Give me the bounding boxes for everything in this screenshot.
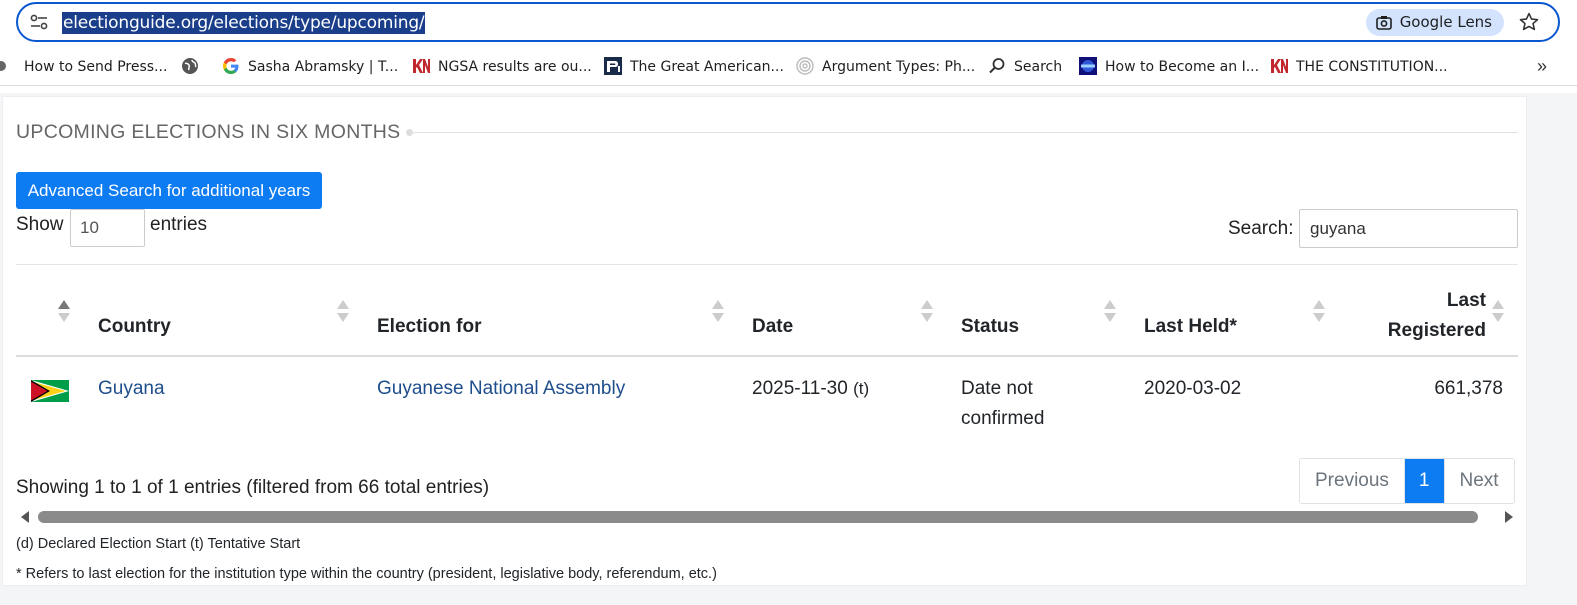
bookmark-item[interactable]: NGSA results are ou...: [412, 57, 592, 77]
sort-icon[interactable]: [712, 300, 724, 322]
footnote: * Refers to last election for the instit…: [16, 566, 717, 582]
bookmark-label: Sasha Abramsky | T...: [248, 59, 399, 75]
table-info: Showing 1 to 1 of 1 entries (filtered fr…: [16, 477, 490, 498]
column-header-status[interactable]: Status: [961, 316, 1019, 338]
sort-icon[interactable]: [1313, 300, 1325, 322]
bookmark-star-icon[interactable]: [1518, 11, 1540, 33]
column-header-label-line: Registered: [1387, 320, 1486, 341]
search-icon: [989, 58, 1005, 74]
status-line: Date not: [961, 378, 1033, 399]
pagination: Previous 1 Next: [1299, 458, 1515, 504]
address-bar-row: electionguide.org/elections/type/upcomin…: [0, 0, 1577, 44]
send-icon: [0, 61, 6, 71]
guyana-flag-icon: [31, 380, 69, 402]
sort-icon[interactable]: [921, 300, 933, 322]
bookmark-label: How to Send Press...: [24, 59, 168, 75]
country-link[interactable]: Guyana: [98, 374, 165, 404]
last-held-cell: 2020-03-02: [1144, 378, 1242, 399]
search-input[interactable]: [1299, 209, 1518, 248]
www-logo-icon: [1079, 57, 1097, 75]
status-line: confirmed: [961, 408, 1045, 429]
site-info-icon[interactable]: [30, 14, 48, 30]
last-registered-cell: 661,378: [1434, 378, 1503, 399]
bookmark-item[interactable]: How to Send Press...: [0, 57, 167, 77]
bookmark-item[interactable]: The Great American...: [604, 57, 784, 77]
sort-icon[interactable]: [337, 300, 349, 322]
google-icon: [223, 58, 239, 74]
entries-per-page-input[interactable]: [70, 209, 145, 247]
date-cell: 2025-11-30 (t): [752, 374, 869, 404]
sort-icon[interactable]: [58, 300, 70, 322]
search-label: Search:: [1228, 218, 1294, 239]
google-lens-label: Google Lens: [1399, 13, 1492, 31]
horizontal-scrollbar[interactable]: [16, 508, 1518, 526]
url-text[interactable]: electionguide.org/elections/type/upcomin…: [62, 12, 426, 34]
more-bookmarks-button[interactable]: »: [1537, 56, 1555, 76]
bookmark-label: THE CONSTITUTION...: [1296, 59, 1448, 75]
kn-logo-icon: [413, 59, 430, 73]
bookmark-item[interactable]: [181, 57, 207, 77]
title-rule: [410, 132, 1518, 133]
bookmark-item[interactable]: THE CONSTITUTION...: [1270, 57, 1448, 77]
bookmark-label: How to Become an I...: [1105, 59, 1260, 75]
pi-logo-icon: [604, 57, 622, 75]
bookmark-item[interactable]: Sasha Abramsky | T...: [222, 57, 398, 77]
scroll-left-arrow-icon[interactable]: [21, 511, 29, 523]
bookmark-label: Argument Types: Ph...: [822, 59, 976, 75]
bookmark-label: NGSA results are ou...: [438, 59, 592, 75]
column-header-election-for[interactable]: Election for: [377, 316, 482, 338]
google-lens-button[interactable]: Google Lens: [1365, 9, 1504, 36]
bookmark-item[interactable]: How to Become an I...: [1079, 57, 1259, 77]
omnibox[interactable]: electionguide.org/elections/type/upcomin…: [16, 2, 1560, 42]
kn-logo-icon: [1271, 59, 1288, 73]
column-header-label-line: Last: [1446, 290, 1486, 311]
bookmark-label: The Great American...: [630, 59, 784, 75]
column-header-last-held[interactable]: Last Held*: [1144, 316, 1237, 338]
page-1-button[interactable]: 1: [1403, 459, 1444, 503]
bookmarks-bar: How to Send Press... Sasha Abramsky | T.…: [0, 48, 1577, 86]
column-header-country[interactable]: Country: [98, 316, 171, 338]
next-page-button[interactable]: Next: [1443, 459, 1514, 503]
election-link[interactable]: Guyanese National Assembly: [377, 374, 625, 404]
column-header-last-registered[interactable]: Last Registered: [1380, 286, 1486, 346]
bookmark-label: Search: [1014, 59, 1063, 75]
previous-page-button[interactable]: Previous: [1300, 459, 1404, 503]
show-label: Show: [16, 214, 64, 235]
date-value: 2025-11-30: [752, 378, 848, 399]
spiral-icon: [796, 57, 814, 75]
table-header-rule: [16, 355, 1518, 357]
status-cell: Date not confirmed: [961, 374, 1044, 434]
legend-note: (d) Declared Election Start (t) Tentativ…: [16, 536, 301, 552]
scroll-right-arrow-icon[interactable]: [1505, 511, 1513, 523]
advanced-search-button[interactable]: Advanced Search for additional years: [16, 172, 322, 209]
column-header-date[interactable]: Date: [752, 316, 793, 338]
sort-icon[interactable]: [1492, 300, 1504, 322]
bookmark-item[interactable]: Argument Types: Ph...: [796, 57, 975, 77]
section-title: UPCOMING ELECTIONS IN SIX MONTHS: [16, 121, 401, 143]
bookmark-item[interactable]: Search: [988, 57, 1062, 77]
scrollbar-thumb[interactable]: [38, 511, 1478, 523]
camera-lens-icon: [1375, 16, 1392, 30]
entries-label: entries: [150, 214, 208, 235]
globe-icon: [182, 58, 198, 74]
table-top-border: [16, 264, 1518, 265]
sort-icon[interactable]: [1104, 300, 1116, 322]
date-flag: (t): [853, 379, 870, 398]
